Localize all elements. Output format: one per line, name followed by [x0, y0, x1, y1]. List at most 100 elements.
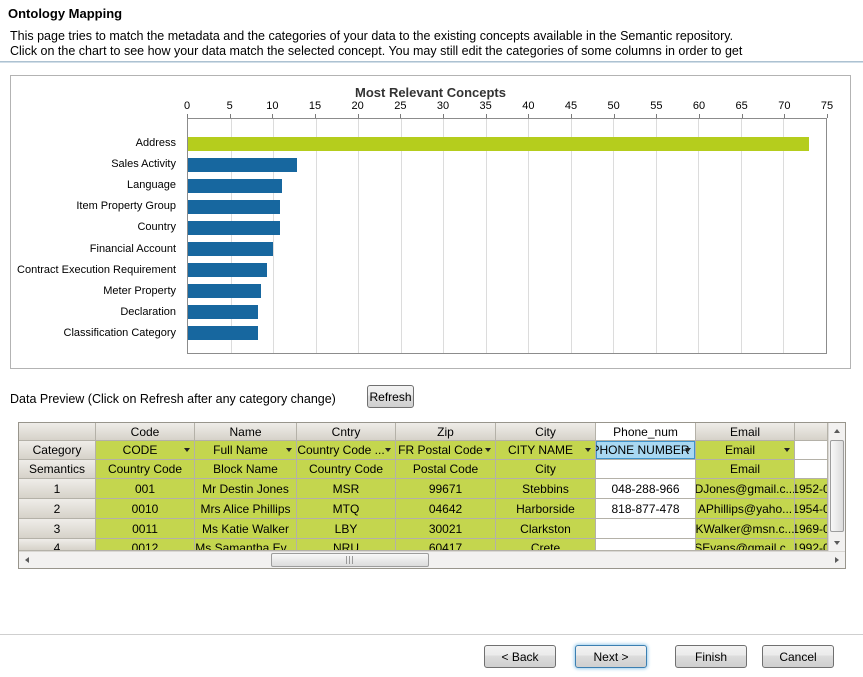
y-axis-label: Classification Category [11, 323, 181, 344]
chart-bar[interactable] [188, 221, 280, 235]
x-axis-tick-label: 65 [736, 100, 748, 112]
table-cell: 30021 [396, 519, 496, 539]
bar-slot [188, 322, 826, 343]
description-line-2: Click on the chart to see how your data … [10, 44, 742, 58]
column-header: Email [696, 423, 795, 441]
right-arrow-icon [835, 557, 839, 563]
bar-slot [188, 154, 826, 175]
table-cell: APhillips@yaho... [696, 499, 795, 519]
y-axis-label: Country [11, 217, 181, 238]
column-header [19, 423, 96, 441]
bar-slot [188, 217, 826, 238]
x-axis-tick-label: 20 [352, 100, 364, 112]
scroll-right-button[interactable] [829, 552, 845, 568]
category-dropdown[interactable]: CITY NAME [496, 441, 596, 460]
semantics-row: SemanticsCountry CodeBlock NameCountry C… [19, 460, 828, 479]
chart-bar[interactable] [188, 305, 258, 319]
bar-slot [188, 175, 826, 196]
bar-slot [188, 133, 826, 154]
description-line-1: This page tries to match the metadata an… [10, 29, 733, 43]
category-dropdown[interactable]: CODE [96, 441, 195, 460]
chart-bar[interactable] [188, 179, 282, 193]
bar-slot [188, 238, 826, 259]
bar-slot [188, 301, 826, 322]
table-cell: Stebbins [496, 479, 596, 499]
table-cell: Ms Samantha Ev... [195, 539, 297, 551]
chevron-down-icon[interactable] [685, 448, 691, 452]
table-rows: CodeNameCntryZipCityPhone_numEmailCatego… [19, 423, 828, 551]
chart-bar[interactable] [188, 242, 273, 256]
table-cell: Mr Destin Jones [195, 479, 297, 499]
chart-bar[interactable] [188, 137, 809, 151]
table-cell: 0010 [96, 499, 195, 519]
row-label-semantics: Semantics [19, 460, 96, 479]
semantics-cell: Country Code [297, 460, 396, 479]
category-dropdown[interactable]: Full Name [195, 441, 297, 460]
x-axis-tick-label: 25 [394, 100, 406, 112]
table-cell [596, 539, 696, 551]
row-number: 4 [19, 539, 96, 551]
concepts-chart-panel[interactable]: Most Relevant Concepts 05101520253035404… [10, 75, 851, 369]
y-axis-label: Sales Activity [11, 153, 181, 174]
y-axis-label: Financial Account [11, 238, 181, 259]
x-axis-tick-label: 55 [650, 100, 662, 112]
chevron-down-icon[interactable] [585, 448, 591, 452]
y-axis-label: Contract Execution Requirement [11, 259, 181, 280]
finish-button[interactable]: Finish [675, 645, 747, 668]
scroll-left-button[interactable] [19, 552, 35, 568]
category-dropdown [795, 441, 828, 460]
cancel-button[interactable]: Cancel [762, 645, 834, 668]
category-dropdown-value: CODE [123, 443, 158, 457]
scroll-down-button[interactable] [829, 535, 845, 551]
horizontal-scrollbar-thumb[interactable] [271, 553, 429, 567]
ontology-mapping-wizard: Ontology Mapping This page tries to matc… [0, 0, 863, 677]
vertical-scrollbar[interactable] [828, 423, 845, 551]
table-cell: 60417 [396, 539, 496, 551]
y-axis-labels: AddressSales ActivityLanguageItem Proper… [11, 118, 181, 354]
chart-plot-area[interactable] [187, 118, 827, 354]
x-axis-tickmark [827, 114, 828, 118]
vertical-scrollbar-thumb[interactable] [830, 440, 844, 532]
chart-bar[interactable] [188, 200, 280, 214]
data-preview-label: Data Preview (Click on Refresh after any… [10, 392, 336, 406]
chart-bars [188, 119, 826, 353]
category-dropdown-value: Country Code ... [297, 443, 384, 457]
x-axis-tick-label: 50 [608, 100, 620, 112]
chart-bar[interactable] [188, 326, 258, 340]
refresh-button[interactable]: Refresh [367, 385, 414, 408]
chart-bar[interactable] [188, 263, 267, 277]
table-cell: 1992-0 [795, 539, 828, 551]
semantics-cell: Postal Code [396, 460, 496, 479]
category-dropdown[interactable]: FR Postal Code [396, 441, 496, 460]
horizontal-scrollbar[interactable] [19, 551, 845, 568]
table-cell: 001 [96, 479, 195, 499]
next-button[interactable]: Next > [575, 645, 647, 668]
up-arrow-icon [834, 429, 840, 433]
category-dropdown-value: FR Postal Code [398, 443, 483, 457]
semantics-cell [596, 460, 696, 479]
category-dropdown-value: Full Name [213, 443, 268, 457]
column-header: City [496, 423, 596, 441]
table-cell: MTQ [297, 499, 396, 519]
chevron-down-icon[interactable] [784, 448, 790, 452]
chevron-down-icon[interactable] [184, 448, 190, 452]
column-header: Name [195, 423, 297, 441]
x-axis-tick-label: 70 [778, 100, 790, 112]
chart-bar[interactable] [188, 158, 297, 172]
chart-bar[interactable] [188, 284, 261, 298]
chevron-down-icon[interactable] [286, 448, 292, 452]
category-dropdown[interactable]: PHONE NUMBER [596, 441, 696, 460]
scroll-up-button[interactable] [829, 423, 845, 439]
chevron-down-icon[interactable] [385, 448, 391, 452]
table-cell [596, 519, 696, 539]
category-row: CategoryCODEFull NameCountry Code ...FR … [19, 441, 828, 460]
y-axis-label: Language [11, 174, 181, 195]
table-row: 20010Mrs Alice PhillipsMTQ04642Harborsid… [19, 499, 828, 519]
page-title: Ontology Mapping [8, 6, 122, 21]
category-dropdown[interactable]: Country Code ... [297, 441, 396, 460]
back-button[interactable]: < Back [484, 645, 556, 668]
chevron-down-icon[interactable] [485, 448, 491, 452]
y-axis-label: Address [11, 132, 181, 153]
category-dropdown[interactable]: Email [696, 441, 795, 460]
x-axis-tick-label: 60 [693, 100, 705, 112]
